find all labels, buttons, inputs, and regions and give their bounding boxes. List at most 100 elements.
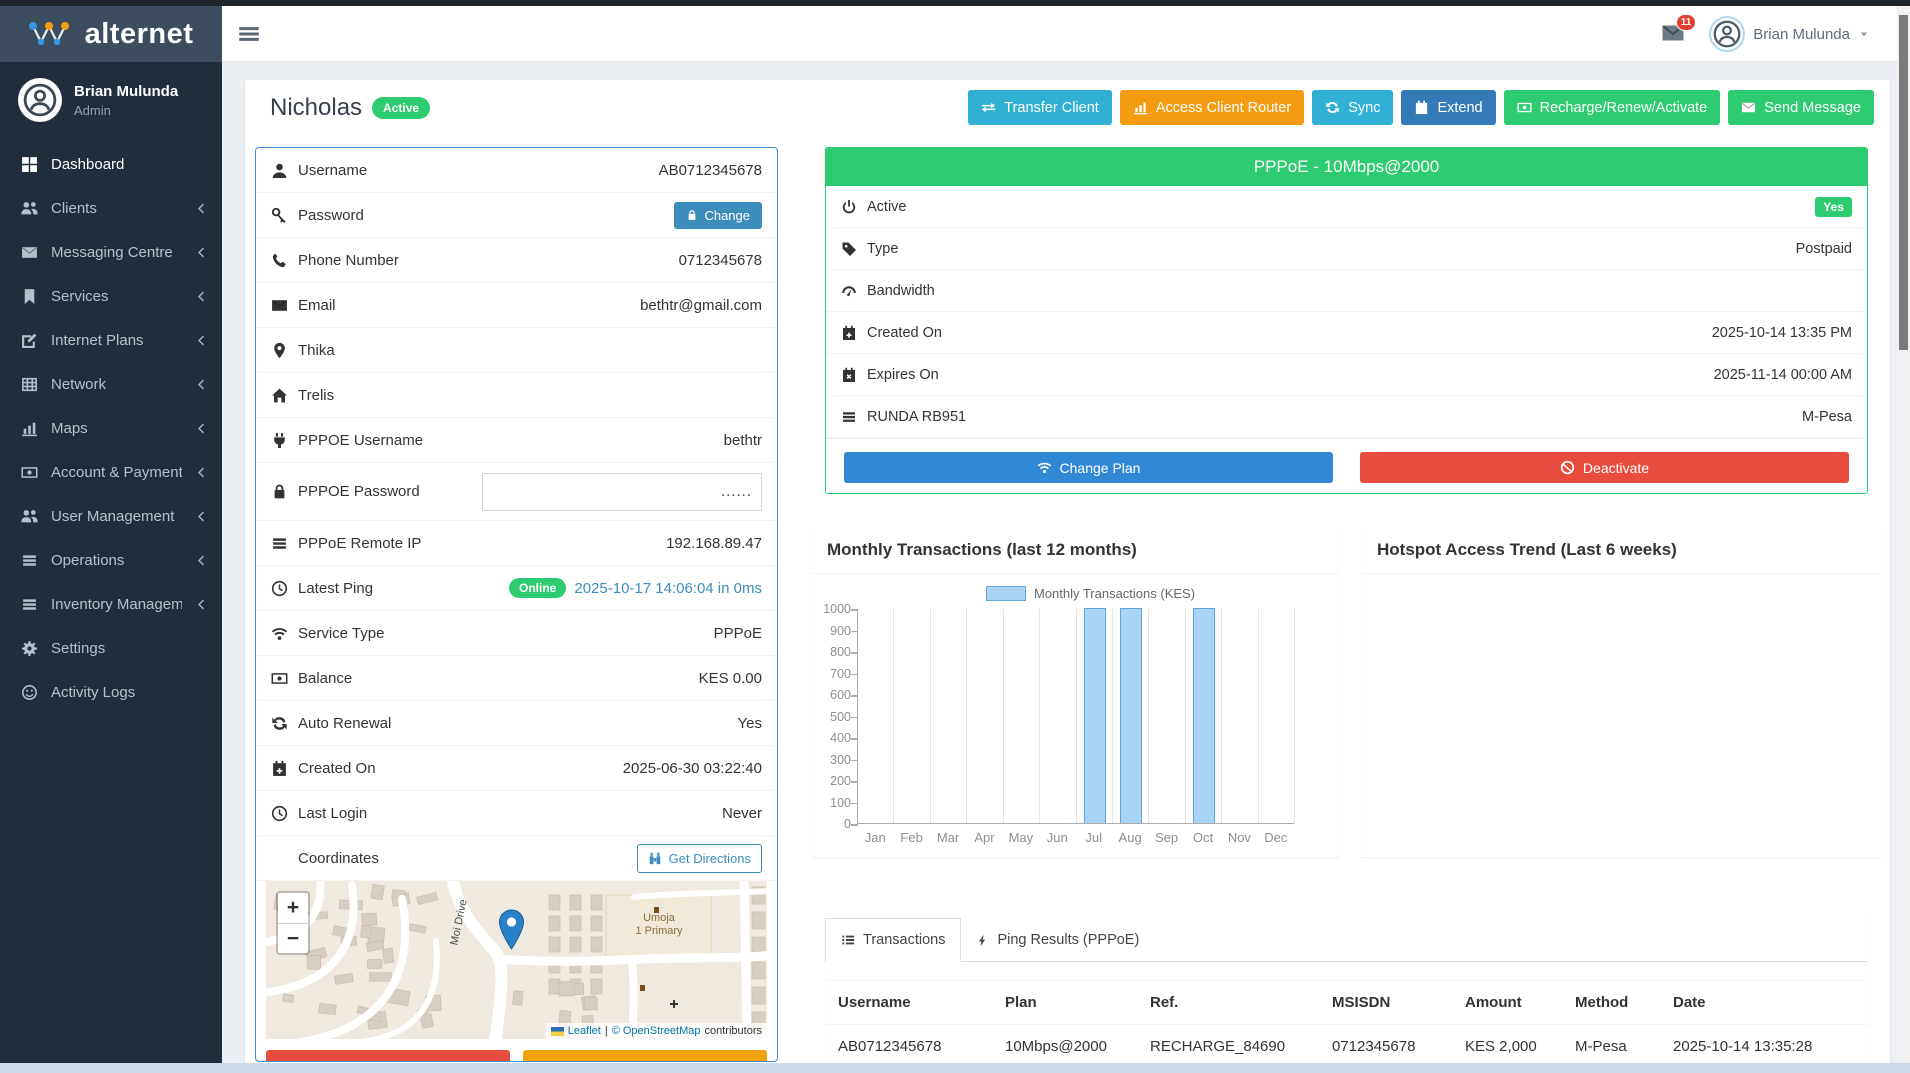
sidebar-toggle-icon[interactable]: [236, 22, 262, 46]
brand-logo[interactable]: alternet: [0, 6, 222, 62]
edit-button[interactable]: Edit: [523, 1050, 767, 1062]
bar-oct: [1193, 608, 1215, 823]
send-message-button[interactable]: Send Message: [1728, 90, 1874, 125]
plan-row-label: Type: [841, 241, 898, 257]
client-row-value: 192.168.89.47: [666, 535, 762, 552]
zoom-in-button[interactable]: +: [278, 893, 308, 923]
tab-ping-results[interactable]: Ping Results (PPPoE): [961, 919, 1154, 961]
sidebar-item-activity-logs[interactable]: Activity Logs: [0, 670, 222, 714]
recharge-renew-activate-button[interactable]: Recharge/Renew/Activate: [1504, 90, 1721, 125]
sidebar-item-services[interactable]: Services: [0, 274, 222, 318]
label-text: Phone Number: [298, 252, 399, 269]
hotspot-trend-card: Hotspot Access Trend (Last 6 weeks): [1362, 527, 1881, 857]
sidebar-item-account-payments[interactable]: Account & Payments: [0, 450, 222, 494]
plug-icon: [271, 432, 288, 449]
y-axis-tick-label: 800: [811, 645, 851, 659]
client-row-label: Latest Ping: [271, 580, 373, 597]
sidebar-item-messaging-centre[interactable]: Messaging Centre: [0, 230, 222, 274]
chart-legend: Monthly Transactions (KES): [842, 586, 1339, 601]
leaflet-link[interactable]: Leaflet: [568, 1025, 601, 1037]
client-row-service-type: Service TypePPPoE: [256, 611, 777, 656]
x-axis-tick-label: Aug: [1110, 830, 1150, 845]
change-plan-button[interactable]: Change Plan: [844, 452, 1333, 483]
access-client-router-button[interactable]: Access Client Router: [1120, 90, 1304, 125]
gridline: [1003, 609, 1004, 823]
pppoe-password-input[interactable]: [482, 473, 762, 511]
ping-status: Online2025-10-17 14:06:04 in 0ms: [509, 578, 762, 598]
client-row-value: bethtr@gmail.com: [640, 297, 762, 314]
y-axis-tick-label: 200: [811, 774, 851, 788]
client-row-label: Created On: [271, 760, 376, 777]
zoom-out-button[interactable]: −: [278, 923, 308, 953]
x-axis-tick-label: May: [1001, 830, 1041, 845]
exchange-icon: [981, 100, 996, 115]
sidebar-item-clients[interactable]: Clients: [0, 186, 222, 230]
x-axis-tick-label: Apr: [964, 830, 1004, 845]
sidebar-item-dashboard[interactable]: Dashboard: [0, 142, 222, 186]
table-cell: 10Mbps@2000: [1005, 1025, 1150, 1068]
calendar-plus-icon: [271, 760, 288, 777]
deactivate-button[interactable]: Deactivate: [1360, 452, 1849, 483]
page-title: Nicholas: [270, 94, 362, 122]
home-icon: [271, 387, 288, 404]
clock-icon: [271, 580, 288, 597]
map-place-label: 1 Primary: [635, 925, 683, 937]
label-text: Created On: [867, 325, 942, 341]
label-text: Expires On: [867, 367, 939, 383]
ban-icon: [1560, 460, 1575, 475]
envelope-icon: [21, 244, 38, 261]
plan-row-bandwidth: Bandwidth: [826, 270, 1867, 312]
sidebar-item-user-management[interactable]: User Management: [0, 494, 222, 538]
page-scrollbar[interactable]: [1897, 6, 1910, 1073]
user-menu[interactable]: Brian Mulunda: [1709, 16, 1870, 52]
tab-transactions[interactable]: Transactions: [825, 918, 961, 962]
pencil-square-icon: [21, 332, 38, 349]
plan-row-label: Expires On: [841, 367, 939, 383]
get-directions-button[interactable]: Get Directions: [637, 844, 762, 873]
sidebar-item-inventory-management[interactable]: Inventory Management: [0, 582, 222, 626]
map-marker-icon[interactable]: [498, 909, 525, 950]
transfer-client-button[interactable]: Transfer Client: [968, 90, 1112, 125]
ping-time-link[interactable]: 2025-10-17 14:06:04 in 0ms: [574, 580, 762, 597]
extend-button[interactable]: Extend: [1401, 90, 1495, 125]
map-canvas[interactable]: Moi Drive Umoja 1 Primary: [266, 881, 767, 1039]
plan-card: PPPoE - 10Mbps@2000 ActiveYesTypePostpai…: [825, 147, 1868, 494]
table-cell: RECHARGE_84690: [1150, 1025, 1332, 1068]
map-zoom-control: + −: [276, 891, 310, 955]
scrollbar-thumb[interactable]: [1899, 15, 1908, 350]
client-row-coordinates: CoordinatesGet Directions: [256, 836, 777, 881]
change-password-button[interactable]: Change: [674, 202, 762, 229]
messages-button[interactable]: 11: [1661, 21, 1687, 47]
client-row-label: Phone Number: [271, 252, 399, 269]
map[interactable]: Moi Drive Umoja 1 Primary + − Leaflet | …: [266, 881, 767, 1039]
y-axis-tick: [851, 674, 858, 676]
client-row-value: bethtr: [724, 432, 762, 449]
osm-link[interactable]: © OpenStreetMap: [612, 1025, 701, 1037]
window-bottom-strip: [0, 1063, 1910, 1073]
pin-icon: [271, 850, 288, 867]
list-icon: [21, 596, 38, 613]
legend-label: Monthly Transactions (KES): [1034, 586, 1195, 601]
list-icon: [841, 933, 855, 947]
client-row-value: Yes: [738, 715, 762, 732]
client-row-created-on: Created On2025-06-30 03:22:40: [256, 746, 777, 791]
wifi-icon: [1037, 460, 1052, 475]
sidebar-item-network[interactable]: Network: [0, 362, 222, 406]
sidebar-item-maps[interactable]: Maps: [0, 406, 222, 450]
column-header-username: Username: [838, 981, 1005, 1024]
client-row-phone-number: Phone Number 0712345678: [256, 238, 777, 283]
chevron-left-icon: [195, 246, 208, 259]
label-text: Email: [298, 297, 336, 314]
sidebar-item-settings[interactable]: Settings: [0, 626, 222, 670]
sidebar-item-operations[interactable]: Operations: [0, 538, 222, 582]
sidebar-item-label: Services: [51, 288, 182, 305]
plan-row-value: 2025-10-14 13:35 PM: [1712, 325, 1852, 341]
delete-button[interactable]: Delete: [266, 1050, 510, 1062]
sync-button[interactable]: Sync: [1312, 90, 1393, 125]
attribution-suffix: contributors: [705, 1025, 762, 1037]
client-row-pppoe-password: PPPOE Password: [256, 463, 777, 521]
leaflet-flag-icon: [551, 1027, 564, 1036]
list-icon: [841, 409, 857, 425]
client-row-value: 0712345678: [679, 252, 762, 269]
sidebar-item-internet-plans[interactable]: Internet Plans: [0, 318, 222, 362]
